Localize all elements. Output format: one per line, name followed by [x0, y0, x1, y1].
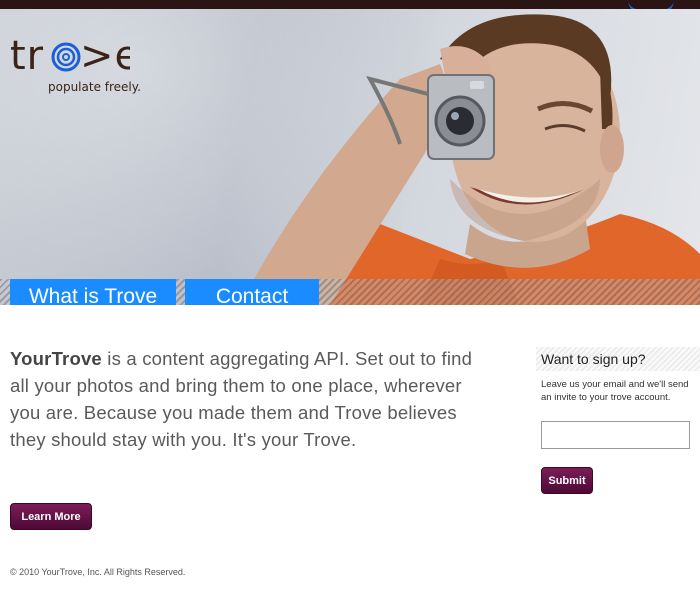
- signup-description: Leave us your email and we'll send an in…: [541, 379, 689, 403]
- intro-paragraph: YourTrove is a content aggregating API. …: [10, 345, 480, 453]
- intro-brand: YourTrove: [10, 348, 102, 369]
- spiral-icon: tr >e: [10, 33, 139, 79]
- nav-tab-contact[interactable]: Contact: [185, 279, 319, 305]
- learn-more-button[interactable]: Learn More: [10, 503, 92, 530]
- svg-text:tr: tr: [10, 35, 44, 79]
- email-input[interactable]: [541, 421, 690, 449]
- svg-text:>e: >e: [80, 35, 130, 79]
- nav-tab-what-is-trove[interactable]: What is Trove: [10, 279, 176, 305]
- logo-tagline: populate freely.: [48, 80, 141, 94]
- main-nav: What is Trove Contact: [0, 279, 700, 305]
- hero-banner: tr >e populate freely. What is Trove Con…: [0, 9, 700, 305]
- signup-title: Want to sign up?: [536, 347, 700, 371]
- submit-button[interactable]: Submit: [541, 467, 593, 494]
- trove-logo[interactable]: tr >e populate freely.: [10, 33, 150, 99]
- top-bar: [0, 0, 700, 14]
- footer-copyright: © 2010 YourTrove, Inc. All Rights Reserv…: [10, 567, 186, 577]
